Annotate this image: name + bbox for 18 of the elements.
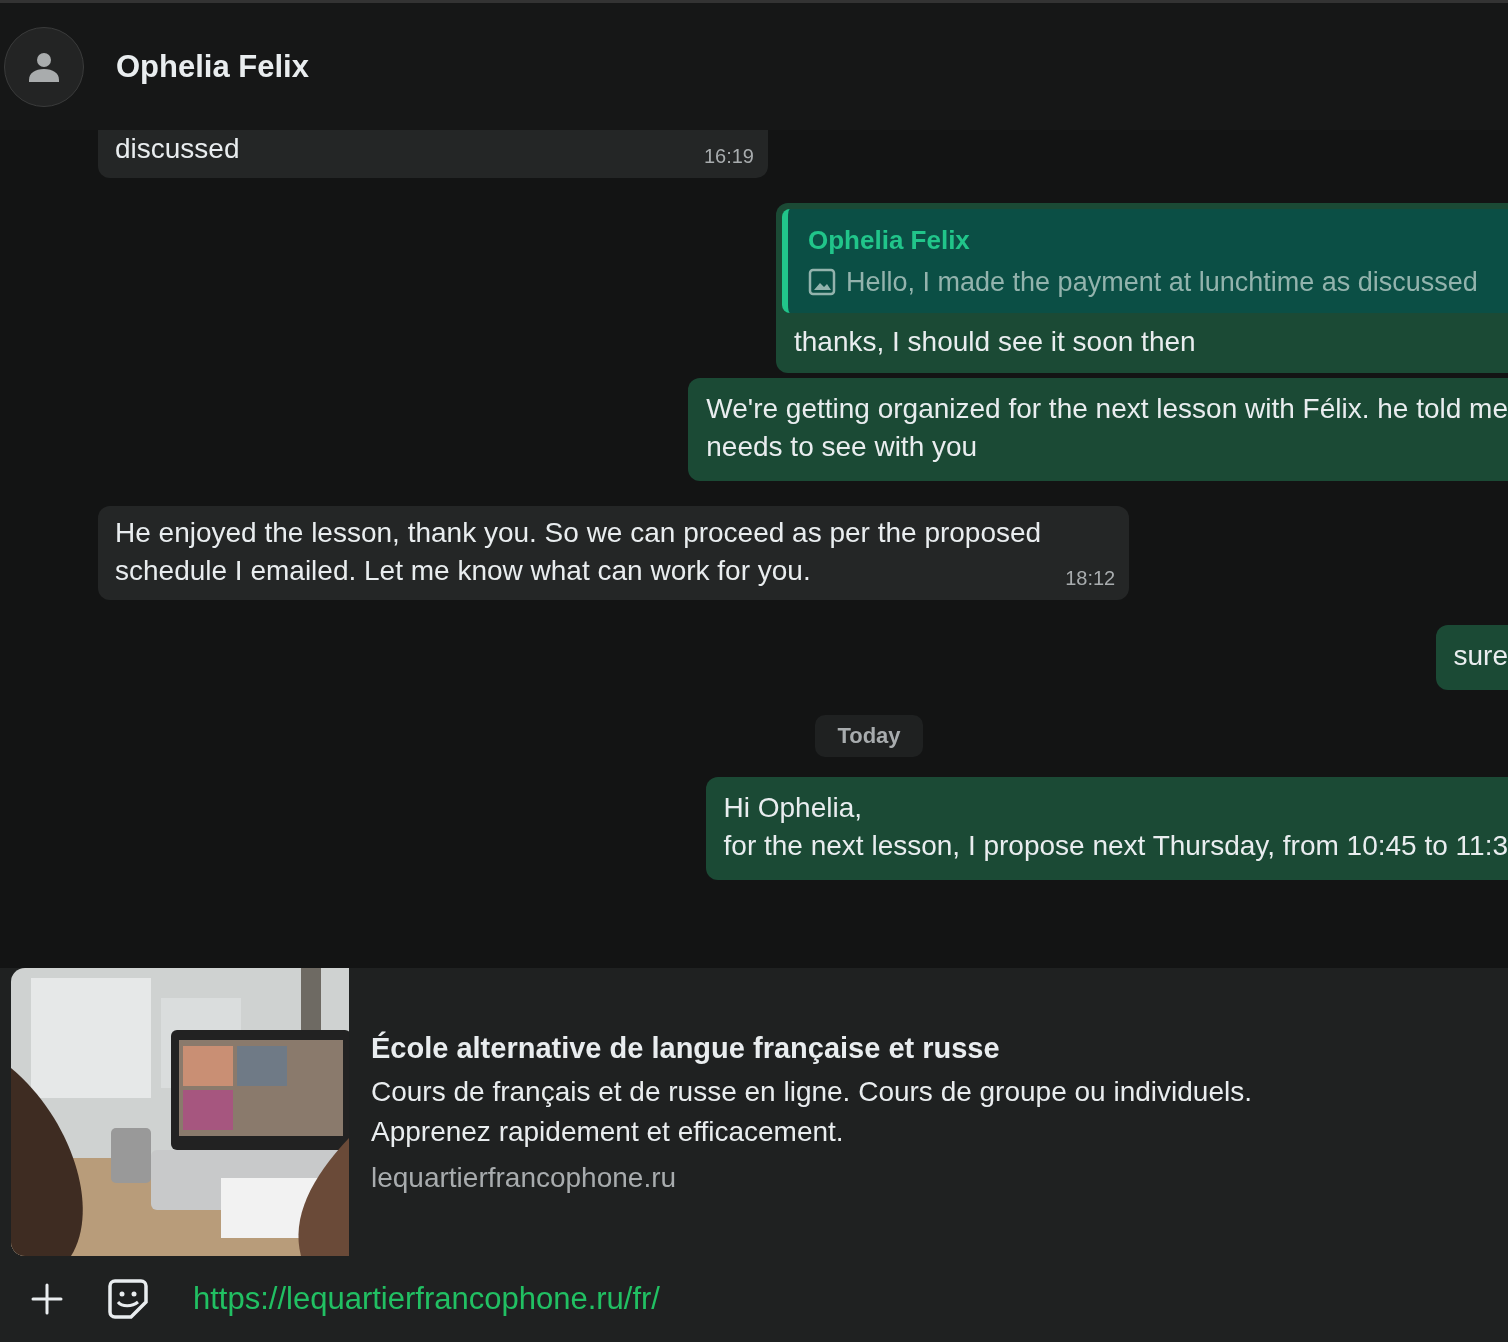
sticker-icon[interactable] — [107, 1278, 149, 1320]
preview-description: Cours de français et de russe en ligne. Cours de groupe ou individuels. Apprenez rapidement et efficacement. — [371, 1075, 1252, 1149]
contact-name[interactable]: Ophelia Felix — [116, 48, 309, 85]
message-text: He enjoyed the lesson, thank you. So we can proceed as per the proposed schedule I emailed. Let me know what can work for you. — [115, 516, 1042, 588]
message-text: sure — [1453, 640, 1508, 671]
message-time: 16:19 — [703, 144, 754, 168]
message-text: discussed — [115, 132, 240, 166]
message-time: 18:12 — [1065, 566, 1116, 590]
preview-domain: lequartierfrancophone.ru — [371, 1161, 678, 1195]
quote-text: Hello, I made the payment at lunchtime as discussed — [846, 266, 1478, 299]
quoted-message[interactable]: Ophelia Felix Hello, I made the payment at lunchtime as discussed — [782, 209, 1508, 313]
image-icon — [808, 268, 836, 296]
message-text: thanks, I should see it soon then — [793, 326, 1196, 357]
quote-author: Ophelia Felix — [808, 224, 971, 257]
message-text: We're getting organized for the next lesson with Félix. he told me needs to see with you — [706, 393, 1508, 462]
message-text: Hi Ophelia, for the next lesson, I propose next Thursday, from 10:45 to 11:3 — [723, 792, 1508, 861]
preview-title: École alternative de langue française et russe — [371, 1030, 1001, 1066]
plus-icon[interactable] — [31, 1283, 63, 1315]
